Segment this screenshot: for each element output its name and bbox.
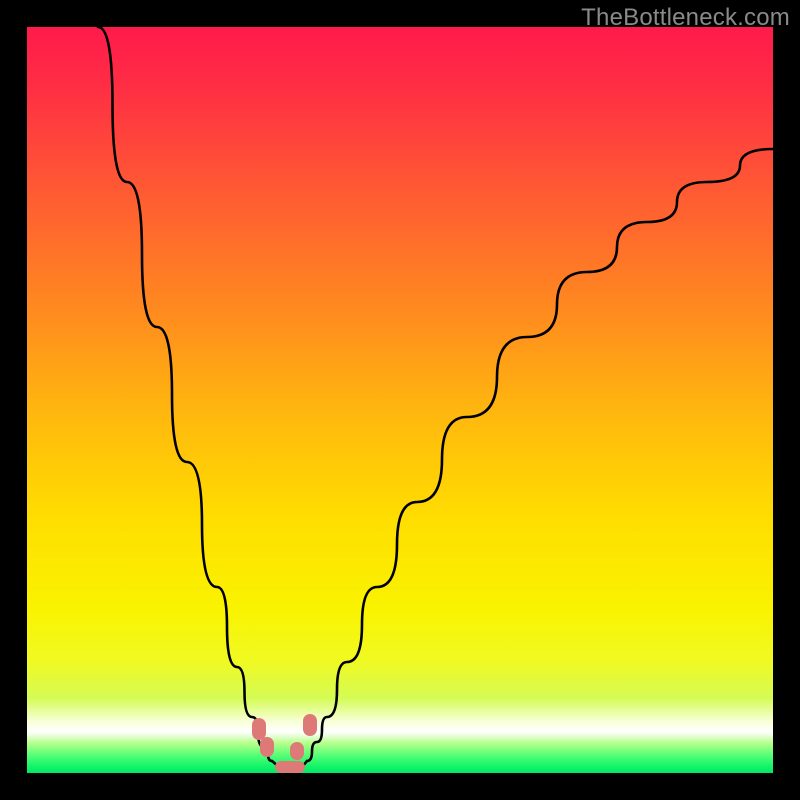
bottleneck-curve xyxy=(27,27,773,773)
curve-left-branch xyxy=(98,27,272,761)
plot-area xyxy=(27,27,773,773)
curve-valley-floor xyxy=(272,761,307,769)
curve-right-branch xyxy=(307,149,773,761)
watermark-text: TheBottleneck.com xyxy=(581,4,790,32)
